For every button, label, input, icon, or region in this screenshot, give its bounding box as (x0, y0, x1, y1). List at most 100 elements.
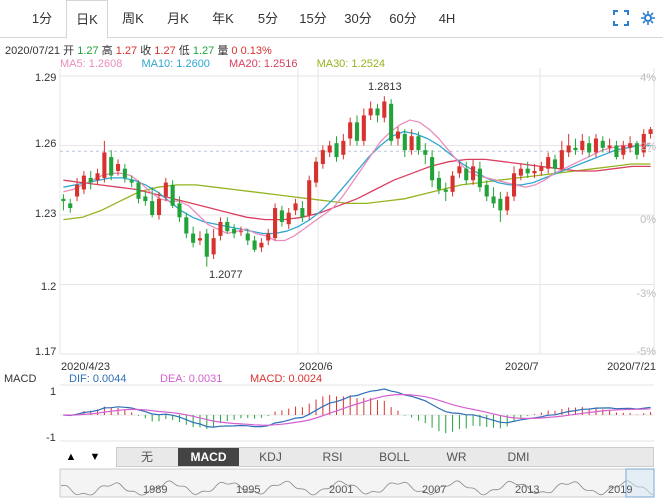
ma10-legend: MA10: 1.2600 (141, 58, 210, 70)
overview-year-0: 1989 (143, 484, 167, 496)
scroll-down-button[interactable]: ▼ (84, 447, 106, 467)
candle (354, 115, 360, 146)
candle (457, 161, 462, 178)
macd-tick-top: 1 (50, 386, 56, 398)
candle (129, 175, 134, 188)
x-tick-2: 2020/7 (505, 361, 539, 373)
candle (628, 136, 633, 153)
info-date: 2020/07/21 (5, 45, 61, 57)
tab-5min[interactable]: 5分 (254, 0, 282, 38)
candle (273, 203, 278, 241)
candle (170, 180, 175, 209)
candle (477, 161, 482, 192)
candle (641, 129, 646, 158)
overview-year-4: 2013 (515, 484, 539, 496)
info-open: 1.27 (77, 45, 99, 57)
candle (614, 140, 619, 160)
candle (300, 201, 305, 222)
candle (68, 198, 73, 213)
candle (491, 187, 496, 209)
y-tick-4: 1.17 (35, 346, 56, 358)
candle (313, 157, 319, 188)
candle (587, 136, 592, 158)
candle (532, 164, 537, 178)
candle (197, 231, 203, 246)
candle (471, 159, 476, 185)
candle (389, 99, 394, 146)
info-high-label: 高 (101, 45, 113, 57)
macd-value: MACD: 0.0024 (250, 373, 322, 385)
candle (81, 170, 86, 195)
macd-dea: DEA: 0.0031 (160, 373, 222, 385)
tab-weekly[interactable]: 周K (119, 0, 147, 38)
info-vol-label: 量 (217, 45, 229, 57)
indicator-none[interactable]: 无 (117, 448, 177, 466)
ma-legend: MA5: 1.2608 MA10: 1.2600 MA20: 1.2516 MA… (60, 58, 401, 70)
tab-4h[interactable]: 4H (433, 0, 461, 38)
candle (341, 133, 346, 160)
overview-year-2: 2001 (329, 484, 353, 496)
candle (204, 228, 209, 267)
pct-tick-2: 0% (640, 214, 656, 226)
overview-year-1: 1995 (236, 484, 260, 496)
tab-monthly[interactable]: 月K (164, 0, 192, 38)
candle (498, 191, 503, 222)
settings-icon[interactable] (640, 10, 656, 26)
tab-15min[interactable]: 15分 (296, 0, 330, 38)
fullscreen-icon[interactable] (613, 10, 629, 26)
candle (416, 131, 421, 155)
overview-window[interactable] (625, 468, 655, 498)
ohlc-info: 2020/07/21 开 1.27 高 1.27 收 1.27 低 1.27 量… (5, 42, 272, 58)
candle (266, 228, 271, 246)
candle (423, 143, 428, 165)
x-tick-1: 2020/6 (299, 361, 333, 373)
candle (259, 238, 264, 253)
high-annotation: 1.2813 (368, 81, 402, 93)
candle (430, 150, 435, 188)
x-tick-0: 2020/4/23 (61, 361, 110, 373)
candle (375, 103, 380, 123)
candle (252, 235, 257, 253)
candle (402, 129, 407, 158)
tab-1min[interactable]: 1分 (28, 0, 56, 38)
overview-line (60, 480, 654, 496)
dif-line (63, 388, 651, 428)
scroll-up-button[interactable]: ▲ (60, 447, 82, 467)
macd-title: MACD (4, 373, 36, 385)
indicator-macd[interactable]: MACD (178, 448, 239, 466)
candle (580, 133, 585, 155)
tab-30min[interactable]: 30分 (341, 0, 375, 38)
overview-year-5: 2019 (608, 484, 632, 496)
indicator-wr[interactable]: WR (426, 448, 487, 466)
candle (552, 154, 558, 174)
candle (109, 150, 114, 181)
candle (238, 226, 243, 236)
indicator-dmi[interactable]: DMI (488, 448, 549, 466)
ma5-line (63, 119, 651, 242)
candle (409, 129, 414, 155)
dea-line (63, 393, 651, 426)
y-tick-1: 1.26 (35, 138, 56, 150)
candle (484, 180, 489, 202)
candle (436, 170, 441, 195)
candle (621, 140, 626, 160)
candle (307, 175, 312, 220)
macd-dif: DIF: 0.0044 (69, 373, 126, 385)
ma5-legend: MA5: 1.2608 (60, 58, 123, 70)
indicator-kdj[interactable]: KDJ (240, 448, 301, 466)
candle (505, 191, 510, 215)
tab-daily[interactable]: 日K (66, 0, 108, 39)
candle (150, 187, 155, 218)
candle (634, 140, 639, 160)
indicator-rsi[interactable]: RSI (302, 448, 363, 466)
info-close: 1.27 (154, 45, 176, 57)
candle (518, 164, 523, 181)
tab-yearly[interactable]: 年K (209, 0, 237, 38)
pct-tick-0: 4% (640, 72, 656, 84)
candle (443, 182, 448, 202)
candle (102, 140, 107, 183)
candle (348, 117, 353, 146)
candle (450, 170, 455, 197)
indicator-boll[interactable]: BOLL (364, 448, 425, 466)
tab-60min[interactable]: 60分 (386, 0, 420, 38)
